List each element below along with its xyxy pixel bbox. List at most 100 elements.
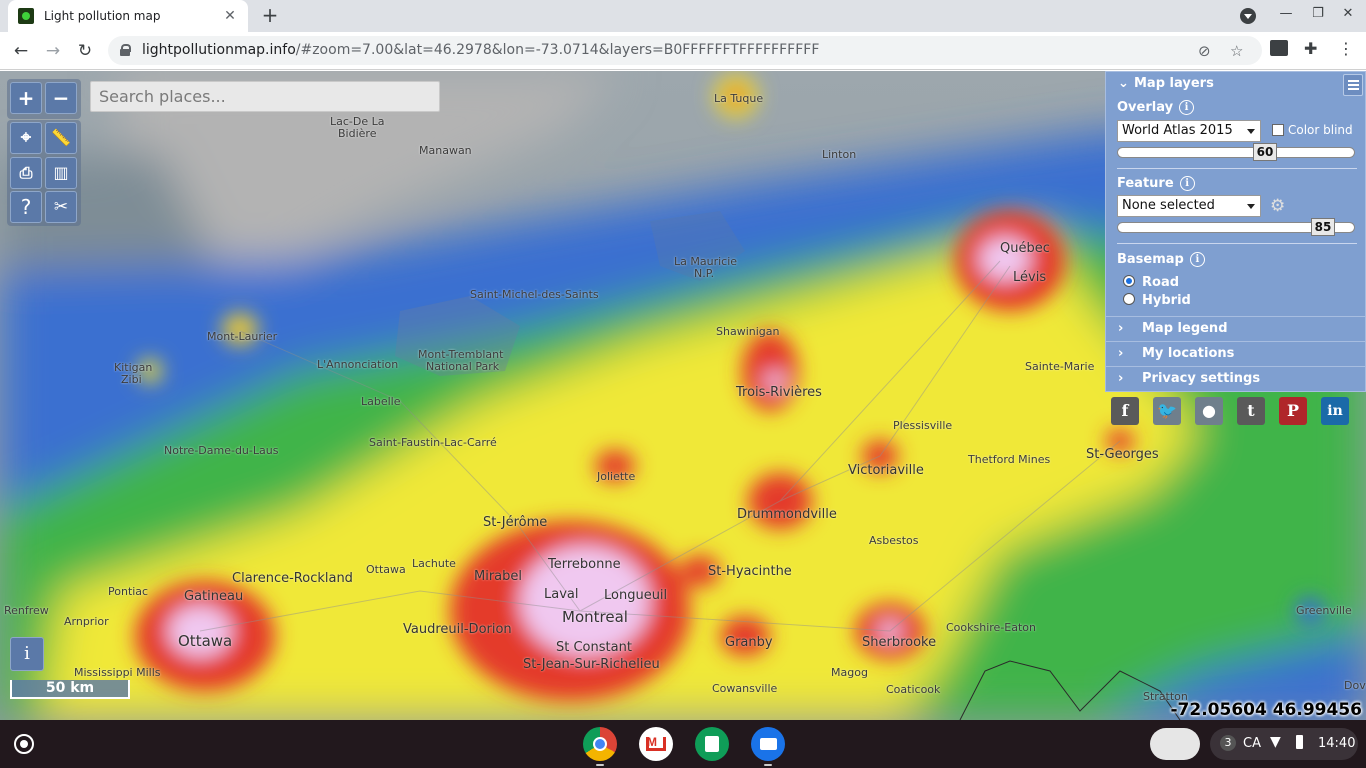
reload-icon[interactable]: ↻ [74, 40, 96, 62]
panel-menu-icon[interactable] [1343, 74, 1363, 96]
basemap-info-icon[interactable]: i [1189, 252, 1205, 267]
place-label: Mont-Laurier [207, 330, 278, 343]
dropdown-arrow-icon [1247, 129, 1255, 134]
help-button[interactable]: ? [10, 191, 42, 223]
geolocate-icon[interactable]: ⌖ [10, 122, 42, 154]
launcher-icon[interactable] [14, 734, 34, 754]
zoom-out-button[interactable]: − [45, 82, 77, 114]
feature-info-icon[interactable]: i [1179, 176, 1195, 191]
tab-close-icon[interactable]: ✕ [222, 8, 238, 24]
overlay-select[interactable]: World Atlas 2015 [1117, 120, 1261, 142]
tab-strip: Light pollution map ✕ + — ❐ ✕ [0, 0, 1366, 32]
chevron-right-icon: › [1118, 321, 1124, 336]
place-label: Arnprior [64, 615, 109, 628]
puzzle-extensions-icon[interactable]: ✚ [1304, 39, 1317, 58]
place-label: Magog [831, 666, 868, 679]
bookmark-star-icon[interactable]: ☆ [1230, 42, 1243, 60]
privacy-settings-section[interactable]: › Privacy settings [1106, 366, 1365, 390]
close-window-icon[interactable]: ✕ [1338, 6, 1358, 21]
overlay-info-icon[interactable]: i [1179, 100, 1195, 115]
feature-label: Feature i [1117, 176, 1195, 191]
address-bar[interactable]: lightpollutionmap.info/#zoom=7.00&lat=46… [108, 36, 1262, 65]
place-label: Renfrew [4, 604, 49, 617]
scale-bar: 50 km [10, 680, 130, 699]
my-locations-section[interactable]: › My locations [1106, 341, 1365, 365]
place-label: St-Jérôme [483, 515, 548, 530]
place-label: Terrebonne [548, 557, 621, 572]
tools-icon[interactable]: ✂ [45, 191, 77, 223]
tote-holding-space-icon[interactable] [1150, 728, 1200, 760]
reddit-icon[interactable]: ● [1195, 397, 1223, 425]
divider [1117, 168, 1357, 169]
status-tray[interactable]: 3 CA ▼ 14:40 [1210, 728, 1358, 760]
place-label: Sainte-Marie [1025, 360, 1095, 373]
divider [1117, 243, 1357, 244]
minimize-icon[interactable]: — [1276, 6, 1296, 21]
browser-toolbar: ← → ↻ lightpollutionmap.info/#zoom=7.00&… [0, 32, 1366, 70]
sheets-calculator-icon[interactable] [695, 727, 729, 761]
place-label: Thetford Mines [968, 453, 1051, 466]
chevron-right-icon: › [1118, 371, 1124, 386]
basemap-hybrid-radio[interactable] [1123, 293, 1135, 305]
print-icon[interactable]: ⎙ [10, 157, 42, 189]
overlay-opacity-value[interactable]: 60 [1253, 143, 1277, 161]
place-label: St-Jean-Sur-Richelieu [523, 657, 660, 672]
linkedin-icon[interactable]: in [1321, 397, 1349, 425]
gear-icon[interactable]: ⚙ [1270, 196, 1285, 216]
light-pollution-map[interactable]: La Tuque Lac-De La Bidière Manawan Linto… [0, 71, 1366, 720]
tab-search-icon[interactable] [1240, 8, 1256, 24]
place-label: Montreal [562, 608, 628, 626]
gmail-app-icon[interactable]: M [639, 727, 673, 761]
basemap-road-label: Road [1142, 275, 1180, 290]
extension-icon[interactable] [1270, 40, 1288, 56]
place-label: St-Georges [1086, 447, 1159, 462]
back-icon[interactable]: ← [10, 40, 32, 62]
more-menu-icon[interactable]: ⋮ [1338, 39, 1354, 58]
place-label: St-Hyacinthe [708, 564, 792, 579]
place-label: National Park [426, 360, 500, 373]
place-label: Labelle [361, 395, 401, 408]
chrome-app-icon[interactable] [583, 727, 617, 761]
place-label: Laval [544, 587, 579, 602]
place-label: Asbestos [869, 534, 919, 547]
notification-count: 3 [1220, 735, 1236, 751]
info-button[interactable]: i [10, 637, 44, 671]
twitter-icon[interactable]: 🐦 [1153, 397, 1181, 425]
tumblr-icon[interactable]: t [1237, 397, 1265, 425]
feature-opacity-value[interactable]: 85 [1311, 218, 1335, 236]
zoom-in-button[interactable]: + [10, 82, 42, 114]
chevron-right-icon: › [1118, 346, 1124, 361]
feature-select[interactable]: None selected [1117, 195, 1261, 217]
place-label: Ottawa [366, 563, 406, 576]
place-label: Bidière [338, 127, 377, 140]
facebook-icon[interactable]: f [1111, 397, 1139, 425]
files-app-icon[interactable] [751, 727, 785, 761]
feature-opacity-slider[interactable]: 85 [1117, 218, 1355, 236]
new-tab-button[interactable]: + [258, 4, 282, 28]
place-label: Mississippi Mills [74, 666, 161, 679]
place-label: Clarence-Rockland [232, 571, 353, 586]
place-label: Ottawa [178, 632, 233, 650]
place-label: Cookshire-Eaton [946, 621, 1036, 634]
measure-ruler-icon[interactable]: 📏 [45, 122, 77, 154]
place-label: Granby [725, 635, 773, 650]
place-label: Trois-Rivières [736, 385, 822, 400]
basemap-road-radio[interactable] [1123, 275, 1135, 287]
chart-icon[interactable]: ▥ [45, 157, 77, 189]
place-label: La Tuque [714, 92, 764, 105]
dropdown-arrow-icon [1247, 204, 1255, 209]
map-legend-section[interactable]: › Map legend [1106, 316, 1365, 340]
restore-icon[interactable]: ❐ [1308, 6, 1328, 21]
overlay-opacity-slider[interactable]: 60 [1117, 143, 1355, 161]
color-blind-checkbox[interactable] [1272, 124, 1284, 136]
chevron-down-icon: ⌄ [1118, 76, 1129, 91]
forward-icon[interactable]: → [42, 40, 64, 62]
map-layers-header[interactable]: ⌄ Map layers [1118, 76, 1214, 91]
tab-light-pollution-map[interactable]: Light pollution map ✕ [8, 0, 248, 32]
locale-indicator: CA [1243, 736, 1261, 751]
search-places-input[interactable] [90, 81, 440, 112]
place-label: Gatineau [184, 589, 244, 604]
place-label: Notre-Dame-du-Laus [164, 444, 279, 457]
tracking-blocked-icon[interactable]: ⊘ [1198, 42, 1211, 60]
pinterest-icon[interactable]: P [1279, 397, 1307, 425]
